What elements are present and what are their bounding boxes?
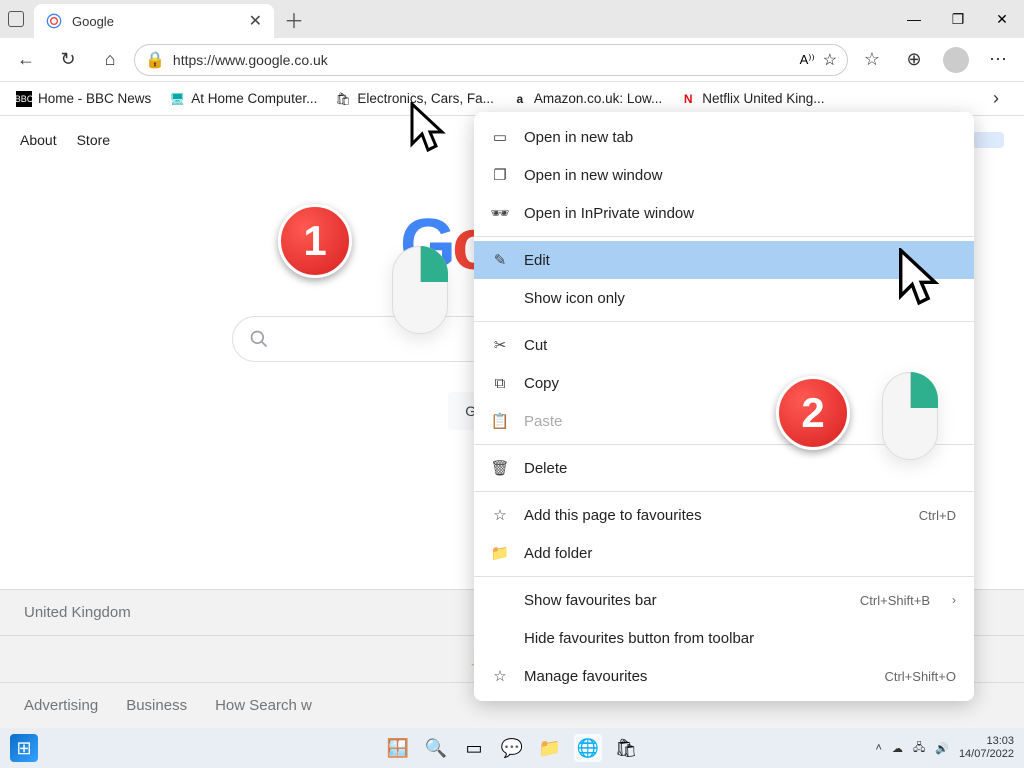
ctx-open-new-window[interactable]: ❐Open in new window bbox=[474, 156, 974, 194]
separator bbox=[474, 491, 974, 492]
search-icon bbox=[249, 329, 269, 349]
close-tab-button[interactable]: ✕ bbox=[249, 11, 262, 31]
home-button[interactable]: ⌂ bbox=[92, 42, 128, 78]
profile-button[interactable] bbox=[938, 42, 974, 78]
folder-plus-icon: 📁 bbox=[490, 543, 510, 563]
trash-icon: 🗑 bbox=[490, 458, 510, 478]
footer-country: United Kingdom bbox=[24, 604, 131, 621]
ctx-open-new-tab[interactable]: ▭Open in new tab bbox=[474, 118, 974, 156]
refresh-button[interactable]: ↻ bbox=[50, 42, 86, 78]
ctx-hide-fav-button[interactable]: Hide favourites button from toolbar bbox=[474, 619, 974, 657]
avatar bbox=[943, 47, 969, 73]
footer-business[interactable]: Business bbox=[126, 697, 187, 714]
separator bbox=[474, 321, 974, 322]
nav-about[interactable]: About bbox=[20, 132, 57, 148]
mouse-rightclick-2 bbox=[882, 372, 938, 460]
nav-store[interactable]: Store bbox=[77, 132, 110, 148]
callout-2: 2 bbox=[776, 376, 850, 450]
chat-button[interactable]: 💬 bbox=[498, 734, 526, 762]
bookmarks-overflow[interactable]: › bbox=[978, 81, 1014, 117]
store-button[interactable]: 🛍 bbox=[612, 734, 640, 762]
taskbar: ⊞ 🪟 🔍 ▭ 💬 📁 🌐 🛍 ˄ ☁ 🖧 🔊 13:03 14/07/2022 bbox=[0, 728, 1024, 768]
inprivate-icon: 🕶 bbox=[490, 203, 510, 223]
ctx-cut[interactable]: ✂Cut bbox=[474, 326, 974, 364]
separator bbox=[474, 236, 974, 237]
tab-title: Google bbox=[72, 14, 239, 29]
back-button[interactable]: ← bbox=[8, 42, 44, 78]
volume-icon[interactable]: 🔊 bbox=[935, 742, 949, 755]
lock-icon: 🔒 bbox=[145, 50, 165, 70]
taskview-button[interactable]: ▭ bbox=[460, 734, 488, 762]
search-button[interactable]: 🔍 bbox=[422, 734, 450, 762]
minimize-button[interactable]: ― bbox=[892, 0, 936, 38]
ctx-open-inprivate[interactable]: 🕶Open in InPrivate window bbox=[474, 194, 974, 232]
network-icon[interactable]: 🖧 bbox=[913, 739, 925, 758]
star-plus-icon: ☆ bbox=[490, 505, 510, 525]
edge-button[interactable]: 🌐 bbox=[574, 734, 602, 762]
tab-icon: ▭ bbox=[490, 127, 510, 147]
collections-button[interactable]: ⊕ bbox=[896, 42, 932, 78]
star-gear-icon: ☆ bbox=[490, 666, 510, 686]
window-titlebar: Google ✕ ＋ ― ❐ ✕ bbox=[0, 0, 1024, 38]
window-controls: ― ❐ ✕ bbox=[892, 0, 1024, 38]
browser-toolbar: ← ↻ ⌂ 🔒 A⁾⁾ ☆ ☆ ⊕ ⋯ bbox=[0, 38, 1024, 82]
onedrive-icon[interactable]: ☁ bbox=[892, 742, 903, 755]
copy-icon: ⧉ bbox=[490, 373, 510, 393]
add-favourite-icon[interactable]: ☆ bbox=[823, 50, 837, 70]
callout-1: 1 bbox=[278, 204, 352, 278]
url-input[interactable] bbox=[173, 52, 792, 68]
new-tab-button[interactable]: ＋ bbox=[284, 5, 304, 34]
footer-advertising[interactable]: Advertising bbox=[24, 697, 98, 714]
mouse-rightclick-1 bbox=[392, 246, 448, 334]
clock[interactable]: 13:03 14/07/2022 bbox=[959, 735, 1014, 760]
start-button[interactable]: 🪟 bbox=[384, 734, 412, 762]
window-icon: ❐ bbox=[490, 165, 510, 185]
ctx-manage-favourites[interactable]: ☆Manage favouritesCtrl+Shift+O bbox=[474, 657, 974, 695]
browser-tab[interactable]: Google ✕ bbox=[34, 4, 274, 38]
paste-icon: 📋 bbox=[490, 411, 510, 431]
ctx-add-favourite[interactable]: ☆Add this page to favouritesCtrl+D bbox=[474, 496, 974, 534]
favourites-button[interactable]: ☆ bbox=[854, 42, 890, 78]
read-aloud-icon[interactable]: A⁾⁾ bbox=[800, 52, 815, 68]
bookmark-athome[interactable]: 🖥At Home Computer... bbox=[163, 87, 323, 111]
explorer-button[interactable]: 📁 bbox=[536, 734, 564, 762]
bookmarks-bar: BBCHome - BBC News 🖥At Home Computer... … bbox=[0, 82, 1024, 116]
footer-how-search[interactable]: How Search w bbox=[215, 697, 312, 714]
address-bar[interactable]: 🔒 A⁾⁾ ☆ bbox=[134, 44, 848, 76]
separator bbox=[474, 576, 974, 577]
ctx-show-fav-bar[interactable]: Show favourites barCtrl+Shift+B› bbox=[474, 581, 974, 619]
bookmark-bbc[interactable]: BBCHome - BBC News bbox=[10, 87, 157, 111]
bookmark-netflix[interactable]: NNetflix United King... bbox=[674, 87, 830, 111]
cursor-icon-1 bbox=[408, 102, 448, 158]
system-tray[interactable]: ˄ ☁ 🖧 🔊 13:03 14/07/2022 bbox=[876, 735, 1014, 760]
tab-actions-icon[interactable] bbox=[8, 11, 24, 27]
chevron-right-icon: › bbox=[952, 593, 956, 607]
menu-button[interactable]: ⋯ bbox=[980, 42, 1016, 78]
pencil-icon: ✎ bbox=[490, 250, 510, 270]
cursor-icon-2 bbox=[896, 248, 942, 312]
close-button[interactable]: ✕ bbox=[980, 0, 1024, 38]
widgets-button[interactable]: ⊞ bbox=[10, 734, 38, 762]
ctx-add-folder[interactable]: 📁Add folder bbox=[474, 534, 974, 572]
scissors-icon: ✂ bbox=[490, 335, 510, 355]
google-favicon bbox=[46, 13, 62, 29]
chevron-up-icon[interactable]: ˄ bbox=[876, 742, 882, 754]
maximize-button[interactable]: ❐ bbox=[936, 0, 980, 38]
bookmark-amazon[interactable]: aAmazon.co.uk: Low... bbox=[506, 87, 668, 111]
